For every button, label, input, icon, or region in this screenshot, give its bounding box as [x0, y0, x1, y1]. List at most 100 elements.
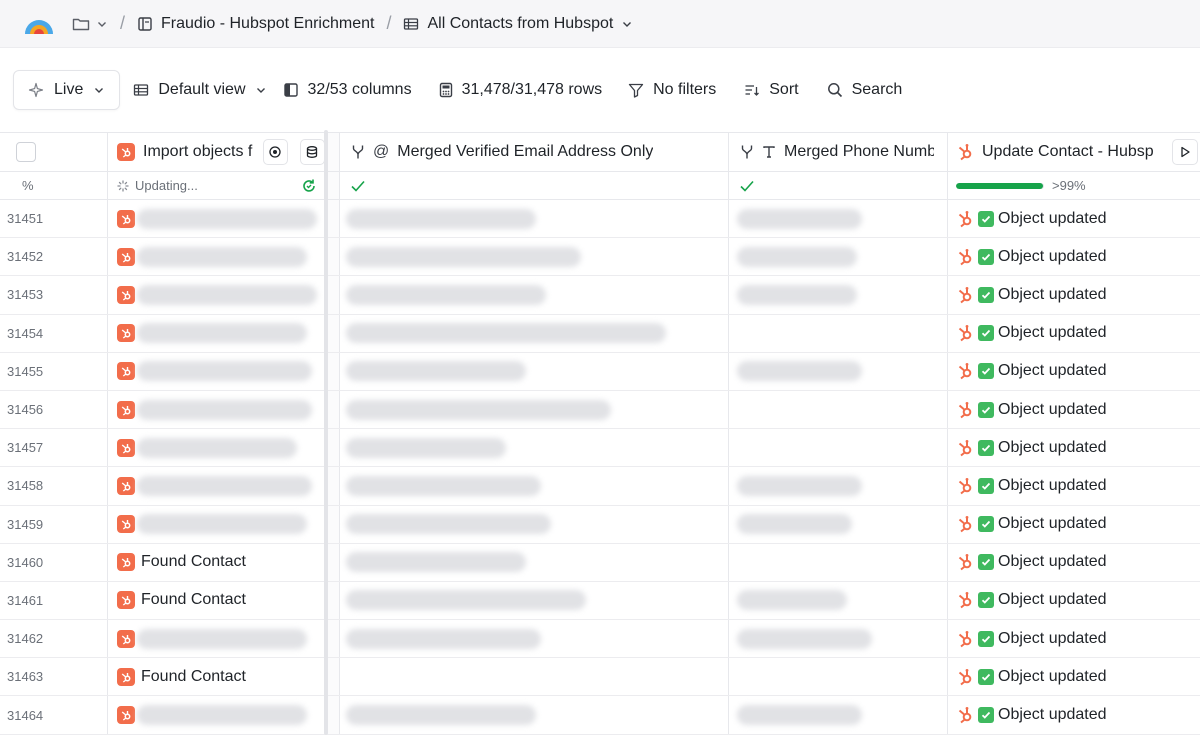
table-row[interactable]: 31458 Object updated	[0, 467, 1200, 506]
email-cell[interactable]	[340, 467, 729, 505]
column-header-update-contact[interactable]: Update Contact - Hubsp	[948, 133, 1200, 171]
update-contact-cell[interactable]: Object updated	[948, 238, 1200, 275]
table-row[interactable]: 31464 Object updated	[0, 696, 1200, 735]
loading-spinner-icon	[117, 179, 129, 192]
frozen-divider[interactable]	[326, 133, 340, 171]
filters-label: No filters	[653, 81, 717, 98]
table-row[interactable]: 31456 Object updated	[0, 390, 1200, 430]
table-row[interactable]: 31459 Object updated	[0, 505, 1200, 544]
phone-cell[interactable]	[729, 581, 948, 620]
email-cell[interactable]	[340, 658, 729, 696]
import-objects-cell[interactable]	[108, 696, 326, 734]
phone-cell[interactable]	[729, 467, 948, 505]
phone-cell[interactable]	[729, 620, 948, 658]
import-objects-cell[interactable]	[108, 620, 326, 658]
hubspot-icon	[956, 668, 974, 686]
phone-cell[interactable]	[729, 658, 948, 696]
phone-cell[interactable]	[729, 696, 948, 734]
update-contact-cell[interactable]: Object updated	[948, 315, 1200, 352]
table-row[interactable]: 31452 Object updated	[0, 238, 1200, 277]
email-cell[interactable]	[340, 352, 729, 390]
update-contact-cell[interactable]: Object updated	[948, 544, 1200, 581]
columns-button[interactable]: 32/53 columns	[283, 81, 412, 99]
phone-cell[interactable]	[729, 314, 948, 352]
import-objects-cell[interactable]	[108, 238, 326, 276]
import-objects-cell[interactable]: Found Contact	[108, 543, 326, 581]
update-contact-cell[interactable]: Object updated	[948, 276, 1200, 313]
update-status-text: Object updated	[998, 209, 1107, 227]
phone-cell[interactable]	[729, 543, 948, 581]
run-button[interactable]	[1172, 139, 1198, 165]
email-cell[interactable]	[340, 276, 729, 314]
email-cell[interactable]	[340, 314, 729, 352]
email-cell[interactable]	[340, 238, 729, 276]
column-header-phone[interactable]: Merged Phone Numb	[729, 133, 948, 171]
update-contact-cell[interactable]: Object updated	[948, 467, 1200, 504]
column-header-email[interactable]: @ Merged Verified Email Address Only	[340, 133, 729, 171]
database-button[interactable]	[299, 139, 325, 165]
phone-cell[interactable]	[729, 200, 948, 238]
email-cell[interactable]	[340, 200, 729, 238]
phone-cell[interactable]	[729, 505, 948, 543]
update-contact-cell[interactable]: Object updated	[948, 620, 1200, 657]
update-contact-cell[interactable]: Object updated	[948, 582, 1200, 619]
email-cell[interactable]	[340, 390, 729, 429]
phone-cell[interactable]	[729, 352, 948, 390]
table-row[interactable]: 31457 Object updated	[0, 429, 1200, 468]
import-objects-cell[interactable]	[108, 314, 326, 352]
table-row[interactable]: 31455 Object updated	[0, 352, 1200, 391]
update-contact-cell[interactable]: Object updated	[948, 506, 1200, 543]
phone-cell[interactable]	[729, 429, 948, 467]
phone-cell[interactable]	[729, 276, 948, 314]
frozen-column-resize-handle[interactable]	[324, 130, 328, 735]
import-status-cell: Updating...	[108, 172, 326, 199]
sort-button[interactable]: Sort	[744, 81, 799, 99]
import-objects-cell[interactable]: Found Contact	[108, 581, 326, 620]
import-objects-cell[interactable]	[108, 467, 326, 505]
update-contact-cell[interactable]: Object updated	[948, 429, 1200, 466]
table-row[interactable]: 31463 Found Contact Object updated	[0, 658, 1200, 697]
breadcrumb-workspace[interactable]: Fraudio - Hubspot Enrichment	[137, 15, 374, 33]
email-cell[interactable]	[340, 696, 729, 734]
import-objects-cell[interactable]: Found Contact	[108, 658, 326, 696]
phone-cell[interactable]	[729, 238, 948, 276]
phone-cell[interactable]	[729, 390, 948, 429]
sparkle-icon	[28, 82, 44, 98]
table-row[interactable]: 31461 Found Contact Object updated	[0, 581, 1200, 621]
email-cell[interactable]	[340, 620, 729, 658]
email-cell[interactable]	[340, 429, 729, 467]
import-objects-cell[interactable]	[108, 429, 326, 467]
import-objects-cell[interactable]	[108, 505, 326, 543]
email-cell[interactable]	[340, 505, 729, 543]
update-contact-cell[interactable]: Object updated	[948, 353, 1200, 390]
update-contact-cell[interactable]: Object updated	[948, 658, 1200, 695]
view-dropdown[interactable]: Default view	[133, 81, 266, 99]
folder-dropdown[interactable]	[72, 16, 108, 32]
column-header-import-objects[interactable]: Import objects f	[108, 133, 326, 171]
search-button[interactable]: Search	[827, 81, 902, 99]
import-objects-cell[interactable]	[108, 390, 326, 429]
target-button[interactable]	[262, 139, 288, 165]
update-contact-cell[interactable]: Object updated	[948, 200, 1200, 237]
table-row[interactable]: 31451 Object updated	[0, 200, 1200, 239]
table-row[interactable]: 31460 Found Contact Object updated	[0, 543, 1200, 582]
update-contact-cell[interactable]: Object updated	[948, 391, 1200, 428]
update-contact-cell[interactable]: Object updated	[948, 696, 1200, 733]
live-button[interactable]: Live	[13, 70, 121, 110]
breadcrumb-table[interactable]: All Contacts from Hubspot	[403, 15, 633, 33]
redacted-value	[346, 590, 586, 611]
import-objects-cell[interactable]	[108, 352, 326, 390]
app-logo[interactable]	[22, 12, 56, 36]
import-objects-cell[interactable]	[108, 276, 326, 314]
check-mark-icon	[978, 554, 994, 571]
table-row[interactable]: 31453 Object updated	[0, 276, 1200, 315]
table-row[interactable]: 31454 Object updated	[0, 314, 1200, 353]
import-objects-cell[interactable]	[108, 200, 326, 238]
select-all-checkbox[interactable]	[16, 142, 36, 162]
email-cell[interactable]	[340, 543, 729, 581]
email-cell[interactable]	[340, 581, 729, 620]
filters-button[interactable]: No filters	[628, 81, 716, 99]
rows-button[interactable]: 31,478/31,478 rows	[439, 81, 602, 99]
refresh-icon[interactable]	[301, 178, 317, 194]
table-row[interactable]: 31462 Object updated	[0, 620, 1200, 659]
